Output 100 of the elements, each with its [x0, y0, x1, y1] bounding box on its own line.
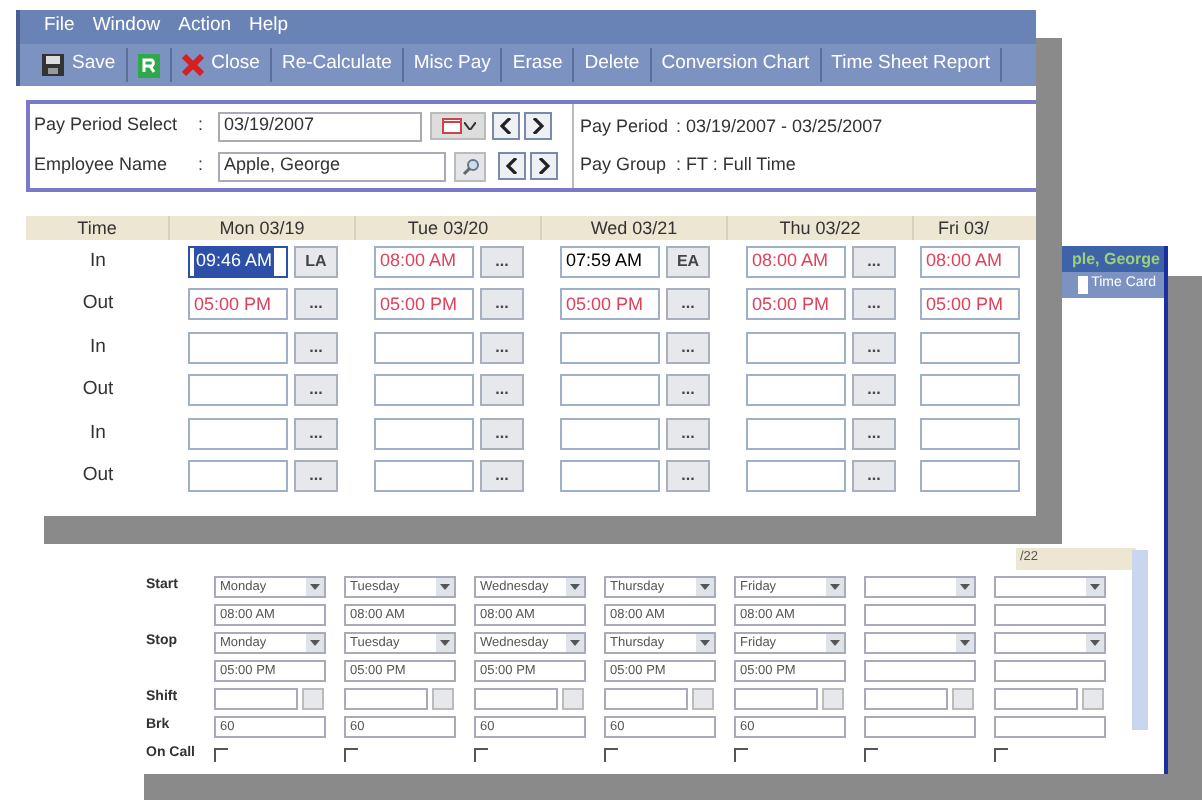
chevron-down-icon [570, 584, 580, 590]
picker-button[interactable]: ... [294, 288, 338, 321]
text-field[interactable] [994, 604, 1106, 626]
checkbox[interactable] [864, 748, 878, 762]
shift-field[interactable] [474, 688, 558, 710]
text-field[interactable] [864, 716, 976, 738]
picker-button[interactable]: ... [666, 374, 710, 407]
time-field[interactable] [374, 374, 474, 407]
time-field[interactable] [374, 331, 474, 364]
chevron-down-icon [700, 640, 710, 646]
next-button[interactable] [530, 152, 558, 180]
previous-button[interactable] [492, 112, 520, 140]
picker-button[interactable]: ... [852, 460, 896, 493]
picker-button[interactable]: ... [294, 417, 338, 450]
checkbox[interactable] [604, 748, 618, 762]
menu-item[interactable]: Action [178, 12, 232, 42]
day-dropdown[interactable] [994, 632, 1106, 654]
shift-field[interactable] [734, 688, 818, 710]
picker-button[interactable]: ... [852, 245, 896, 278]
shift-field[interactable] [344, 688, 428, 710]
picker-button[interactable]: ... [852, 417, 896, 450]
menu-item[interactable]: File [44, 12, 75, 42]
time-field[interactable]: 09:46 AM [188, 245, 288, 278]
shift-field[interactable] [864, 688, 948, 710]
time-field[interactable] [188, 374, 288, 407]
time-field[interactable] [920, 331, 1020, 364]
menu-item[interactable]: Window [92, 12, 161, 42]
time-field[interactable]: 07:59 AM [560, 245, 660, 278]
time-field[interactable] [560, 460, 660, 493]
picker-button[interactable]: EA [666, 245, 710, 278]
day-dropdown[interactable] [864, 632, 976, 654]
time-field[interactable] [374, 460, 474, 493]
chevron-down-icon [830, 584, 840, 590]
employee-field[interactable]: Apple, George [218, 151, 446, 181]
time-field[interactable]: 05:00 PM [560, 288, 660, 321]
column-header: Time [26, 216, 170, 240]
picker-button[interactable]: ... [480, 245, 524, 278]
row-label: Out [80, 290, 116, 319]
time-field[interactable] [560, 374, 660, 407]
time-field[interactable] [560, 331, 660, 364]
time-field[interactable]: 05:00 PM [746, 288, 846, 321]
date-field[interactable]: 03/19/2007 [218, 111, 422, 141]
time-field[interactable] [746, 417, 846, 450]
checkbox[interactable] [344, 748, 358, 762]
checkbox[interactable] [994, 748, 1008, 762]
time-field[interactable]: 05:00 PM [374, 288, 474, 321]
search-button[interactable] [454, 151, 486, 181]
picker-button[interactable]: ... [666, 460, 710, 493]
shift-field[interactable] [994, 688, 1078, 710]
checkbox[interactable] [214, 748, 228, 762]
text-field[interactable] [994, 660, 1106, 682]
text-field[interactable] [864, 604, 976, 626]
next-button[interactable] [524, 112, 552, 140]
picker-button[interactable]: ... [852, 288, 896, 321]
picker-button[interactable]: ... [666, 331, 710, 364]
text-field[interactable] [864, 660, 976, 682]
picker-button[interactable]: ... [480, 374, 524, 407]
checkbox[interactable] [474, 748, 488, 762]
picker-button[interactable]: ... [294, 331, 338, 364]
time-field[interactable]: 08:00 AM [374, 245, 474, 278]
time-field[interactable] [188, 331, 288, 364]
day-dropdown[interactable] [864, 576, 976, 598]
column-header: Tue 03/20 [356, 216, 542, 240]
menu-item[interactable]: Help [249, 12, 289, 42]
picker-button[interactable]: ... [666, 288, 710, 321]
time-field[interactable] [560, 417, 660, 450]
field-label: Pay Period [580, 113, 671, 140]
time-field[interactable] [374, 417, 474, 450]
close-icon [181, 54, 204, 76]
picker-button[interactable]: ... [852, 331, 896, 364]
day-dropdown[interactable] [994, 576, 1106, 598]
time-field[interactable] [188, 417, 288, 450]
time-field[interactable] [920, 460, 1020, 493]
time-field[interactable] [746, 331, 846, 364]
time-field[interactable]: 05:00 PM [188, 288, 288, 321]
calendar-dropdown[interactable] [430, 112, 486, 140]
time-field[interactable] [746, 374, 846, 407]
time-field[interactable] [188, 460, 288, 493]
picker-button[interactable]: ... [480, 288, 524, 321]
picker-button[interactable]: ... [294, 374, 338, 407]
time-field[interactable] [920, 374, 1020, 407]
time-field[interactable] [920, 417, 1020, 450]
chevron-down-icon [830, 640, 840, 646]
column-header: Mon 03/19 [170, 216, 356, 240]
picker-button[interactable]: ... [480, 417, 524, 450]
picker-button[interactable]: ... [480, 331, 524, 364]
picker-button[interactable]: ... [480, 460, 524, 493]
shift-field[interactable] [604, 688, 688, 710]
picker-button[interactable]: ... [294, 460, 338, 493]
time-field[interactable] [746, 460, 846, 493]
time-field[interactable]: 08:00 AM [920, 245, 1020, 278]
picker-button[interactable]: LA [294, 245, 338, 278]
time-field[interactable]: 05:00 PM [920, 288, 1020, 321]
text-field[interactable] [994, 716, 1106, 738]
checkbox[interactable] [734, 748, 748, 762]
picker-button[interactable]: ... [666, 417, 710, 450]
shift-field[interactable] [214, 688, 298, 710]
picker-button[interactable]: ... [852, 374, 896, 407]
time-field[interactable]: 08:00 AM [746, 245, 846, 278]
previous-button[interactable] [498, 152, 526, 180]
